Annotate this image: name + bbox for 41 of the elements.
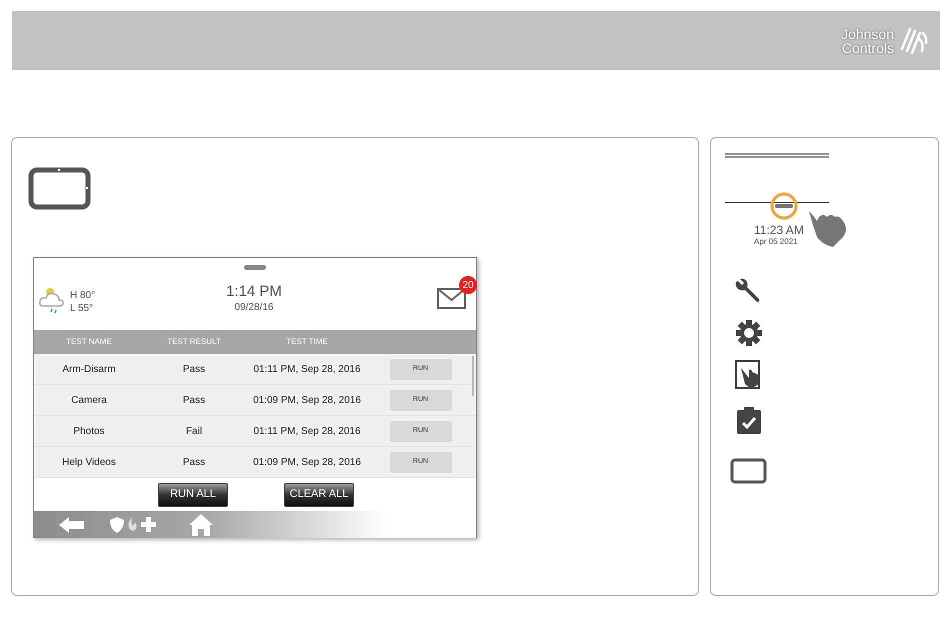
- home-icon[interactable]: [189, 514, 213, 536]
- flame-icon[interactable]: [127, 517, 138, 532]
- table-cell-text: 01:11 PM, Sep 28, 2016: [252, 362, 362, 376]
- tablet-icon: [28, 167, 91, 210]
- table-cell-text: Pass: [182, 362, 206, 376]
- logo-text: Controls: [842, 40, 894, 54]
- clock-date: 09/28/16: [234, 301, 274, 315]
- table-cell-text: Pass: [182, 456, 206, 470]
- tablet-icon[interactable]: [730, 458, 767, 484]
- high-temperature: H 80°: [70, 289, 96, 303]
- clock-time: 1:14 PM: [226, 283, 282, 301]
- wrench-icon[interactable]: [735, 278, 761, 304]
- logo-text: Johnson: [841, 26, 894, 40]
- table-cell-text: 01:09 PM, Sep 28, 2016: [252, 394, 362, 408]
- clock-date: Apr 05 2021: [754, 237, 799, 247]
- table-cell-text: Pass: [182, 394, 206, 408]
- touch-panel-icon[interactable]: [735, 360, 762, 390]
- clock-time: 11:23 AM: [754, 223, 804, 237]
- scrollbar[interactable]: [472, 356, 474, 396]
- settings-icon[interactable]: [735, 319, 763, 347]
- drag-handle[interactable]: [244, 265, 266, 270]
- mail-icon[interactable]: [437, 288, 466, 309]
- table-cell-text: Fail: [184, 424, 204, 438]
- column-header: TEST TIME: [285, 336, 329, 348]
- shield-icon[interactable]: [110, 516, 124, 532]
- table-cell-text: Arm-Disarm: [61, 362, 117, 376]
- column-header: TEST RESULT: [166, 336, 222, 348]
- plus-icon[interactable]: [141, 517, 156, 532]
- clear-all-button[interactable]: CLEAR ALL: [284, 482, 354, 506]
- table-cell-text: Help Videos: [61, 456, 117, 470]
- column-header: TEST NAME: [65, 336, 113, 348]
- table-cell-text: 01:11 PM, Sep 28, 2016: [252, 424, 362, 438]
- run-all-button[interactable]: RUN ALL: [158, 482, 228, 506]
- low-temperature: L 55°: [70, 302, 94, 316]
- back-arrow-icon[interactable]: [59, 516, 84, 532]
- message-count-badge: 20: [459, 276, 477, 294]
- table-cell-text: 01:09 PM, Sep 28, 2016: [252, 456, 362, 470]
- logo-icon: [898, 24, 928, 56]
- table-cell-text: Photos: [72, 424, 106, 438]
- clipboard-check-icon[interactable]: [737, 406, 761, 434]
- table-cell-text: Camera: [70, 394, 108, 408]
